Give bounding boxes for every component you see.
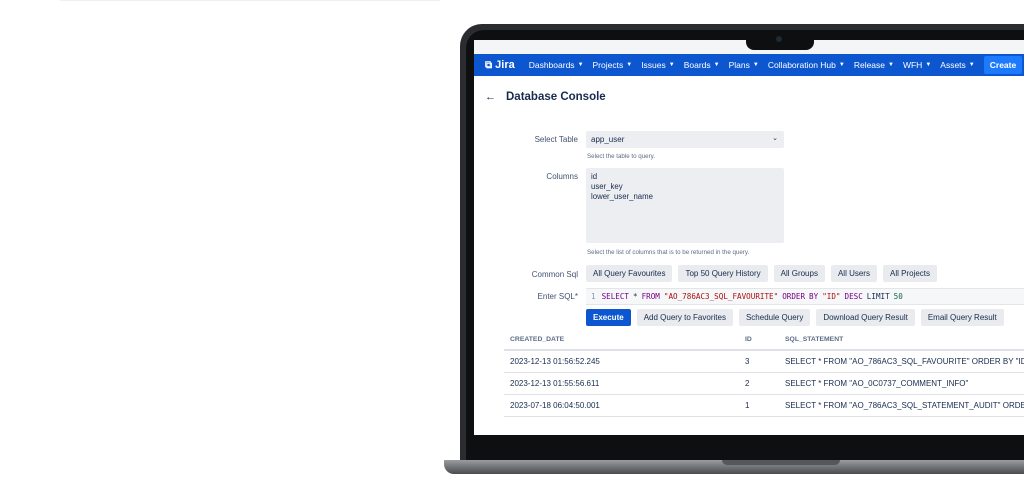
nav-item-projects[interactable]: Projects ▼ (593, 60, 633, 70)
sql-keyword: LIMIT (866, 292, 890, 301)
chevron-down-icon: ▼ (752, 62, 759, 68)
results-table: CREATED_DATE ID SQL_STATEMENT 2023-12-13… (504, 331, 1024, 417)
nav-label: Dashboards (528, 60, 575, 70)
select-table-dropdown[interactable]: app_user ⌄ (586, 131, 784, 148)
all-projects-button[interactable]: All Projects (882, 265, 937, 282)
jira-logo-icon: ⧉ (485, 59, 493, 71)
database-console-form: Select Table app_user ⌄ Select the table… (474, 118, 1024, 435)
sql-operator: * (633, 292, 638, 301)
table-cell: 1 (745, 401, 750, 410)
nav-item-wfh[interactable]: WFH ▼ (903, 60, 931, 70)
page-header: ← Database Console (474, 76, 1024, 119)
top-navigation: ⧉ Jira Dashboards ▼ Projects ▼ Issues ▼ Boa… (474, 54, 1024, 76)
sql-keyword: FROM (641, 292, 660, 301)
arrow-left-icon[interactable]: ← (485, 91, 496, 103)
table-cell: 2023-12-13 01:56:52.245 (510, 357, 600, 366)
column-header[interactable]: CREATED_DATE (510, 336, 564, 343)
chevron-down-icon: ▼ (838, 62, 845, 68)
nav-item-plans[interactable]: Plans ▼ (729, 60, 759, 70)
chevron-down-icon: ⌄ (772, 135, 778, 142)
select-table-help: Select the table to query. (587, 153, 655, 160)
sql-keyword: ORDER (782, 292, 806, 301)
nav-item-boards[interactable]: Boards ▼ (684, 60, 720, 70)
jira-logo[interactable]: ⧉ Jira (485, 59, 515, 71)
page-divider (60, 0, 440, 1)
execute-button[interactable]: Execute (586, 309, 631, 326)
chevron-down-icon: ▼ (968, 62, 975, 68)
nav-label: Release (853, 60, 886, 70)
sql-number: 50 (893, 292, 903, 301)
nav-item-issues[interactable]: Issues ▼ (641, 60, 675, 70)
table-header: CREATED_DATE ID SQL_STATEMENT (504, 331, 1024, 351)
sql-string: "ID" (822, 292, 841, 301)
nav-label: Boards (683, 60, 711, 70)
chevron-down-icon: ▼ (577, 62, 584, 68)
all-users-button[interactable]: All Users (830, 265, 877, 282)
nav-item-dashboards[interactable]: Dashboards ▼ (529, 60, 584, 70)
sql-keyword: SELECT (601, 292, 630, 301)
nav-label: Assets (940, 60, 966, 70)
select-table-label: Select Table (534, 135, 578, 144)
nav-label: WFH (902, 60, 923, 70)
table-cell: 2 (745, 379, 750, 388)
sql-string: "AO_786AC3_SQL_FAVOURITE" (663, 292, 779, 301)
download-query-result-button[interactable]: Download Query Result (816, 309, 915, 326)
nav-item-release[interactable]: Release ▼ (854, 60, 894, 70)
column-option[interactable]: id (591, 172, 779, 182)
table-cell: SELECT * FROM "AO_0C0737_COMMENT_INFO" (785, 379, 969, 388)
table-cell: 2023-12-13 01:55:56.611 (510, 379, 600, 388)
column-option[interactable]: lower_user_name (591, 192, 779, 202)
columns-label: Columns (546, 172, 578, 181)
laptop-groove (722, 460, 840, 465)
create-button[interactable]: Create (983, 56, 1023, 74)
add-query-to-favorites-button[interactable]: Add Query to Favorites (636, 309, 733, 326)
nav-label: Plans (728, 60, 750, 70)
nav-item-collaboration-hub[interactable]: Collaboration Hub ▼ (768, 60, 845, 70)
nav-label: Projects (592, 60, 624, 70)
nav-label: Collaboration Hub (767, 60, 836, 70)
top-50-query-history-button[interactable]: Top 50 Query History (678, 265, 768, 282)
table-cell: 2023-07-18 06:04:50.001 (510, 401, 600, 410)
table-cell: SELECT * FROM "AO_786AC3_SQL_STATEMENT_A… (785, 401, 1024, 410)
nav-item-assets[interactable]: Assets ▼ (940, 60, 974, 70)
chevron-down-icon: ▼ (713, 62, 720, 68)
email-query-result-button[interactable]: Email Query Result (920, 309, 1004, 326)
column-header[interactable]: ID (745, 336, 752, 343)
select-table-value: app_user (591, 135, 625, 144)
sql-keyword: DESC (844, 292, 863, 301)
chevron-down-icon: ▼ (888, 62, 894, 68)
page-title: Database Console (506, 91, 606, 103)
table-cell: SELECT * FROM "AO_786AC3_SQL_FAVOURITE" … (785, 357, 1024, 366)
column-option[interactable]: user_key (591, 182, 779, 192)
chevron-down-icon: ▼ (925, 62, 932, 68)
enter-sql-label: Enter SQL* (537, 292, 578, 301)
common-sql-buttons: All Query Favourites Top 50 Query Histor… (586, 265, 943, 282)
sql-keyword: BY (809, 292, 819, 301)
table-row: 2023-12-13 01:56:52.245 3 SELECT * FROM … (504, 351, 1024, 373)
chevron-down-icon: ▼ (626, 62, 633, 68)
nav-label: Issues (641, 60, 666, 70)
table-row: 2023-12-13 01:55:56.611 2 SELECT * FROM … (504, 373, 1024, 395)
columns-list[interactable]: id user_key lower_user_name (586, 168, 784, 243)
action-buttons: Execute Add Query to Favorites Schedule … (586, 309, 1010, 326)
line-number: 1 (591, 292, 596, 301)
columns-help: Select the list of columns that is to be… (587, 249, 750, 256)
camera-icon (776, 36, 782, 42)
table-cell: 3 (745, 357, 750, 366)
logo-text: Jira (495, 59, 515, 71)
schedule-query-button[interactable]: Schedule Query (738, 309, 811, 326)
all-groups-button[interactable]: All Groups (773, 265, 825, 282)
table-row: 2023-07-18 06:04:50.001 1 SELECT * FROM … (504, 395, 1024, 417)
laptop-screen: ⧉ Jira Dashboards ▼ Projects ▼ Issues ▼ Boa… (474, 40, 1024, 435)
common-sql-label: Common Sql (531, 270, 578, 279)
chevron-down-icon: ▼ (668, 62, 675, 68)
column-header[interactable]: SQL_STATEMENT (785, 336, 843, 343)
sql-editor[interactable]: 1 SELECT * FROM "AO_786AC3_SQL_FAVOURITE… (586, 288, 1024, 305)
all-query-favourites-button[interactable]: All Query Favourites (586, 265, 673, 282)
